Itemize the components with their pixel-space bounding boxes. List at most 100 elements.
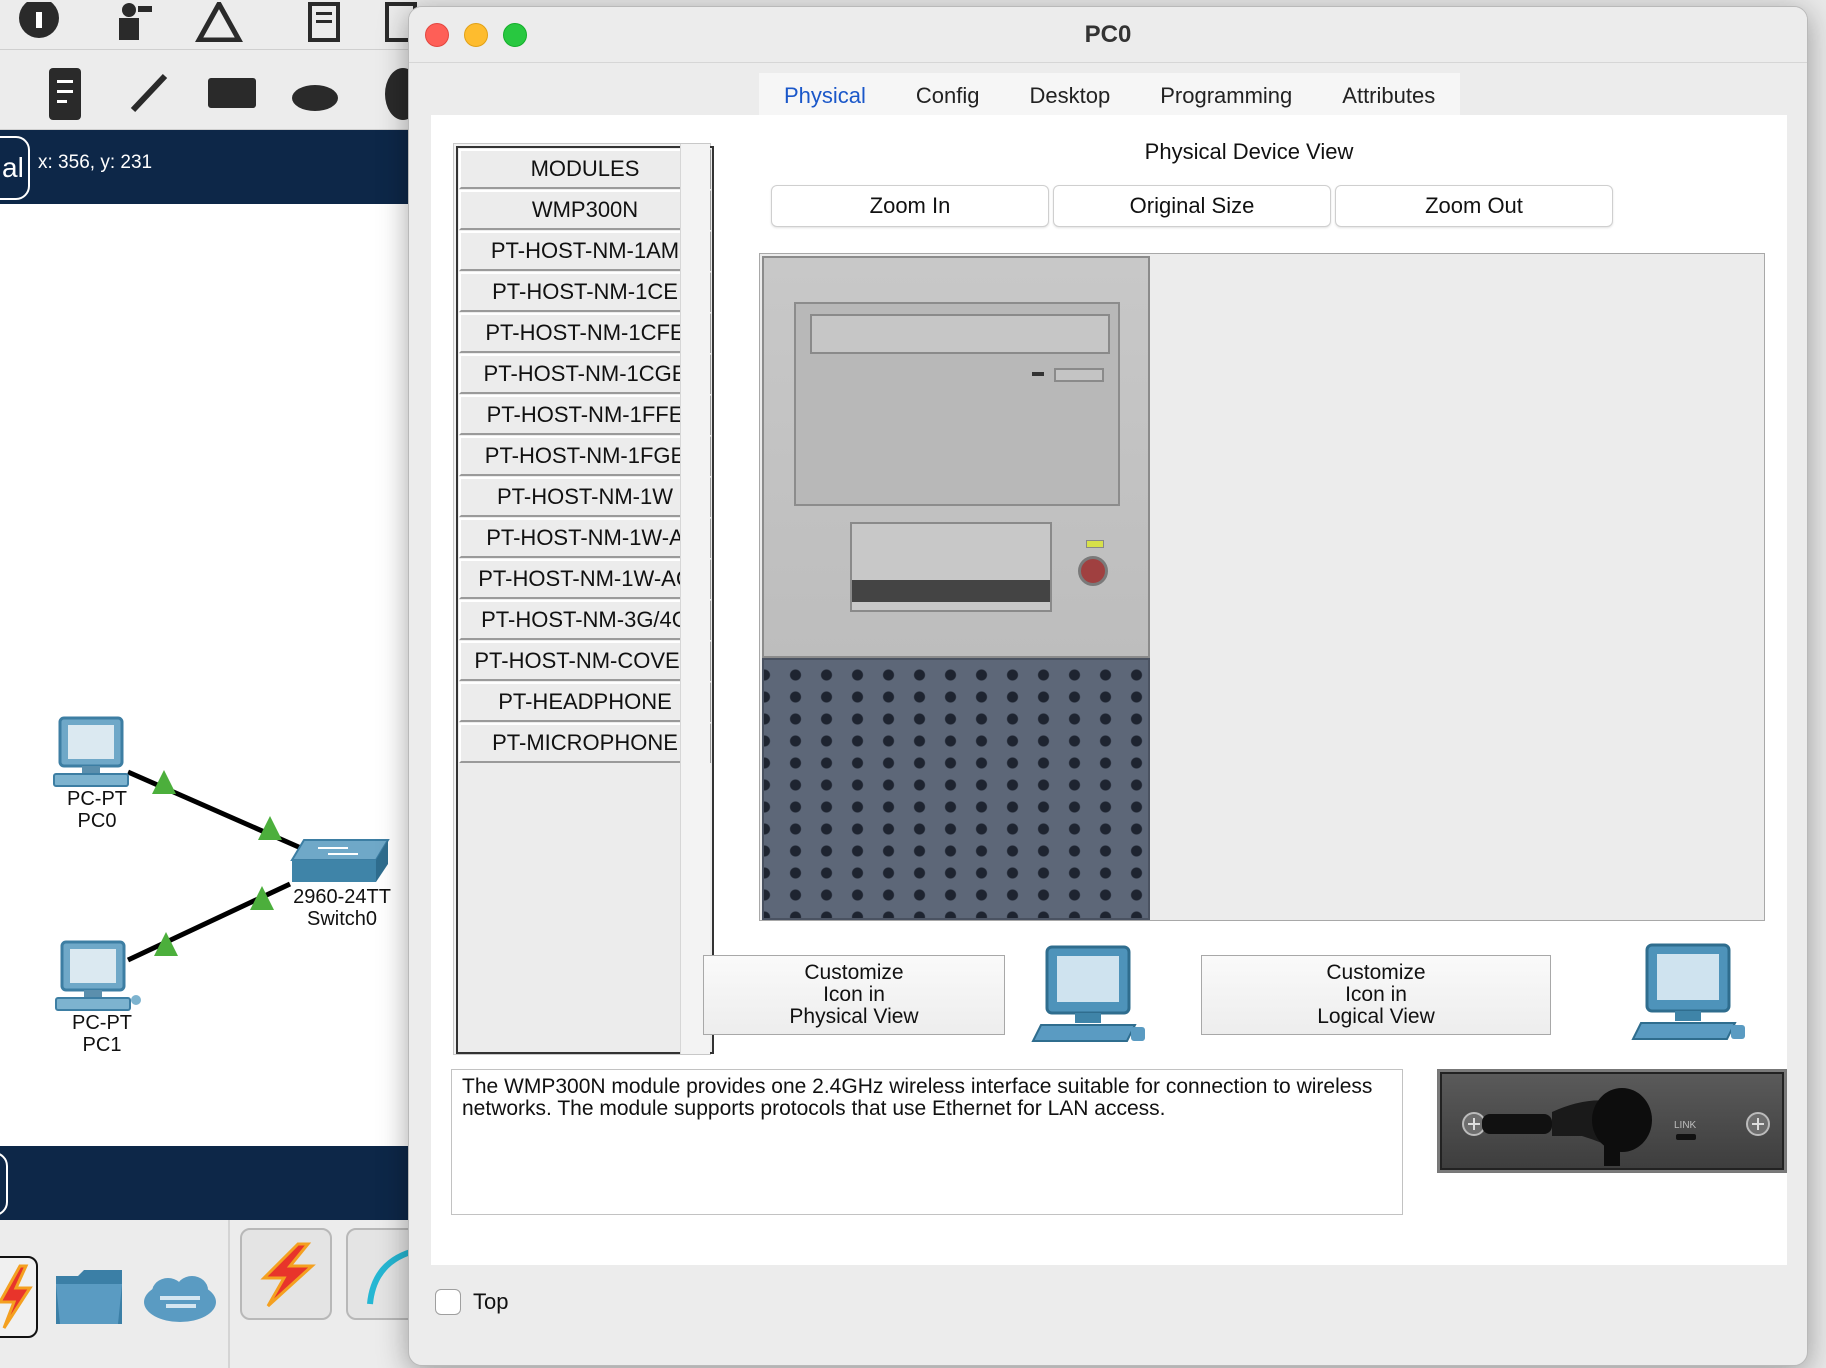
module-item[interactable]: PT-HOST-NM-1CE bbox=[459, 272, 711, 312]
logical-view-toggle[interactable]: al bbox=[0, 136, 30, 200]
module-item[interactable]: PT-HOST-NM-1AM bbox=[459, 231, 711, 271]
link-status-up-icon bbox=[250, 886, 274, 910]
module-item[interactable]: PT-HOST-NM-1FFE bbox=[459, 395, 711, 435]
rectangle-tool-icon[interactable] bbox=[206, 76, 256, 117]
drive-indicator bbox=[1032, 372, 1044, 376]
wmp300n-module-panel: LINK bbox=[1440, 1072, 1784, 1170]
switch0-label: 2960-24TT Switch0 bbox=[280, 886, 404, 930]
dialog-titlebar[interactable]: PC0 bbox=[409, 7, 1807, 63]
pc0-name-label: PC0 bbox=[77, 810, 117, 832]
screw-left-icon bbox=[1462, 1112, 1486, 1136]
module-item[interactable]: PT-MICROPHONE bbox=[459, 723, 711, 763]
power-button[interactable] bbox=[1078, 556, 1108, 586]
module-item[interactable]: PT-HEADPHONE bbox=[459, 682, 711, 722]
pc1-name-label: PC1 bbox=[82, 1034, 122, 1056]
module-item[interactable]: PT-HOST-NM-1FGE bbox=[459, 436, 711, 476]
tab-attributes[interactable]: Attributes bbox=[1317, 73, 1460, 119]
folder-icon[interactable] bbox=[52, 1266, 126, 1333]
device-type-toggle[interactable] bbox=[0, 1152, 8, 1216]
drawing-toolbar bbox=[0, 50, 421, 130]
screw-right-icon bbox=[1746, 1112, 1770, 1136]
cloud-icon[interactable] bbox=[140, 1272, 220, 1333]
tower-vent-grille bbox=[762, 658, 1150, 920]
cursor-coordinates: x: 356, y: 231 bbox=[38, 152, 153, 173]
module-item[interactable]: PT-HOST-NM-1W-AC bbox=[459, 559, 711, 599]
module-item[interactable]: WMP300N bbox=[459, 190, 711, 230]
original-size-button[interactable]: Original Size bbox=[1053, 185, 1331, 227]
pc0-type-label: PC-PT bbox=[67, 788, 127, 810]
main-toolbar bbox=[0, 0, 420, 50]
eject-button bbox=[1054, 368, 1104, 382]
wizard-icon[interactable] bbox=[194, 0, 244, 49]
dialog-title: PC0 bbox=[1084, 21, 1132, 48]
link-led-label: LINK bbox=[1674, 1120, 1697, 1131]
dialog-tabs: Physical Config Desktop Programming Attr… bbox=[759, 73, 1461, 119]
module-item[interactable]: PT-HOST-NM-1W bbox=[459, 477, 711, 517]
pc1-device-icon[interactable] bbox=[54, 940, 144, 1019]
switch0-type-label: 2960-24TT bbox=[293, 886, 391, 908]
ellipse-tool-icon[interactable] bbox=[290, 80, 340, 120]
module-image: LINK bbox=[1437, 1069, 1787, 1173]
physical-view-pc-icon bbox=[1031, 945, 1151, 1052]
module-item[interactable]: PT-HOST-NM-3G/4G bbox=[459, 600, 711, 640]
tower-front-panel bbox=[762, 256, 1150, 658]
user-network-icon[interactable] bbox=[104, 2, 154, 49]
device-type-bar bbox=[0, 1146, 420, 1220]
logical-view-label: al bbox=[2, 152, 24, 183]
notes-icon[interactable] bbox=[300, 2, 350, 49]
optical-drive bbox=[810, 314, 1110, 354]
link-led bbox=[1676, 1134, 1696, 1140]
customize-logical-line-3: Logical View bbox=[1317, 1005, 1435, 1028]
tab-physical[interactable]: Physical bbox=[759, 73, 891, 119]
switch0-name-label: Switch0 bbox=[306, 908, 378, 930]
lightning-icon bbox=[0, 1264, 33, 1329]
connections-category-button[interactable] bbox=[0, 1256, 38, 1338]
modules-list: MODULES WMP300N PT-HOST-NM-1AM PT-HOST-N… bbox=[453, 143, 714, 1055]
lightning-icon bbox=[260, 1242, 316, 1308]
zoom-out-button[interactable]: Zoom Out bbox=[1335, 185, 1613, 227]
modules-scrollbar[interactable] bbox=[680, 144, 710, 1054]
device-palette bbox=[0, 1220, 438, 1368]
antenna-connector-icon bbox=[1482, 1088, 1652, 1166]
customize-logical-line-1: Customize bbox=[1326, 961, 1426, 984]
module-item[interactable]: PT-HOST-NM-COVER bbox=[459, 641, 711, 681]
top-checkbox[interactable] bbox=[435, 1289, 461, 1315]
customize-physical-line-2: Icon in bbox=[823, 983, 885, 1006]
module-description: The WMP300N module provides one 2.4GHz w… bbox=[451, 1069, 1403, 1215]
physical-device-view[interactable] bbox=[759, 253, 1765, 921]
floppy-slot bbox=[852, 580, 1050, 602]
workspace-canvas[interactable]: PC-PT PC0 PC-PT PC1 2960-24TT Switch0 bbox=[0, 204, 420, 1146]
top-checkbox-label: Top bbox=[473, 1289, 509, 1314]
customize-logical-line-2: Icon in bbox=[1345, 983, 1407, 1006]
modules-list-inner: MODULES WMP300N PT-HOST-NM-1AM PT-HOST-N… bbox=[456, 146, 714, 1054]
customize-logical-icon-button[interactable]: Customize Icon in Logical View bbox=[1201, 955, 1551, 1035]
zoom-in-button[interactable]: Zoom In bbox=[771, 185, 1049, 227]
power-led bbox=[1086, 540, 1104, 548]
info-icon[interactable] bbox=[14, 0, 64, 49]
physical-tab-panel: MODULES WMP300N PT-HOST-NM-1AM PT-HOST-N… bbox=[431, 115, 1787, 1265]
logical-view-pc-icon bbox=[1631, 943, 1751, 1052]
customize-physical-icon-button[interactable]: Customize Icon in Physical View bbox=[703, 955, 1005, 1035]
drive-bay[interactable] bbox=[794, 302, 1120, 506]
tab-desktop[interactable]: Desktop bbox=[1005, 73, 1136, 119]
module-item[interactable]: PT-HOST-NM-1CGE bbox=[459, 354, 711, 394]
floppy-drive bbox=[850, 522, 1052, 612]
pc0-label: PC-PT PC0 bbox=[54, 788, 140, 832]
physical-device-view-title: Physical Device View bbox=[1144, 139, 1354, 164]
customize-physical-line-1: Customize bbox=[804, 961, 904, 984]
pc1-label: PC-PT PC1 bbox=[50, 1012, 154, 1056]
pc0-device-icon[interactable] bbox=[52, 716, 132, 795]
note-tool-icon[interactable] bbox=[40, 66, 90, 129]
pc-tower-image bbox=[762, 256, 1150, 920]
tab-config[interactable]: Config bbox=[891, 73, 1005, 119]
module-item[interactable]: PT-HOST-NM-1W-A bbox=[459, 518, 711, 558]
tab-programming[interactable]: Programming bbox=[1135, 73, 1317, 119]
modules-header: MODULES bbox=[459, 149, 711, 189]
pc1-type-label: PC-PT bbox=[72, 1012, 132, 1034]
auto-connection-button[interactable] bbox=[240, 1228, 332, 1320]
customize-physical-line-3: Physical View bbox=[789, 1005, 919, 1028]
pc0-dialog: PC0 Physical Config Desktop Programming … bbox=[408, 6, 1808, 1366]
line-tool-icon[interactable] bbox=[124, 70, 174, 121]
palette-divider bbox=[228, 1220, 230, 1368]
module-item[interactable]: PT-HOST-NM-1CFE bbox=[459, 313, 711, 353]
